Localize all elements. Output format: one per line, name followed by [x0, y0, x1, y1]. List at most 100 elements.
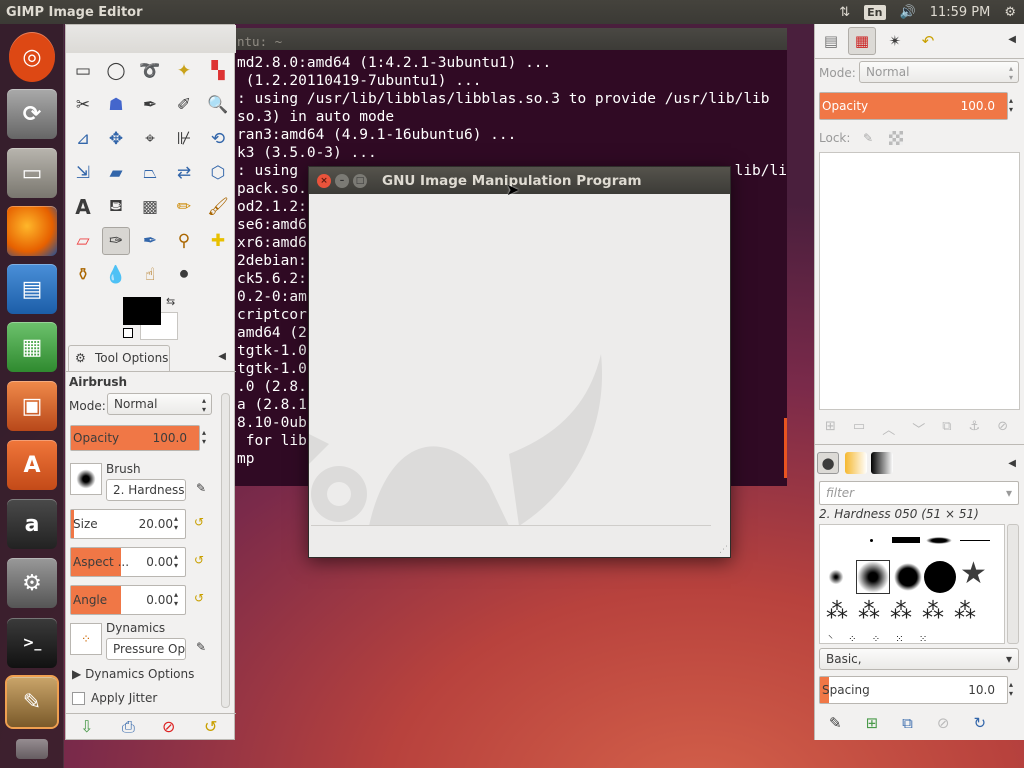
spacing-slider[interactable]: Spacing 10.0	[819, 676, 1008, 704]
calc-button[interactable]: ▦	[7, 322, 57, 372]
gimp-button[interactable]: ✎	[5, 675, 59, 729]
move-icon[interactable]: ✥	[102, 125, 130, 153]
paths-icon[interactable]: ✒	[136, 91, 164, 119]
eraser-icon[interactable]: ▱	[69, 227, 97, 255]
cage-transform-icon[interactable]: ⬡	[204, 159, 232, 187]
size-spinner[interactable]: ▴ ▾	[174, 514, 178, 532]
tab-menu-icon[interactable]: ◀	[1008, 458, 1016, 469]
shear-icon[interactable]: ▰	[102, 159, 130, 187]
edit-dynamics-icon[interactable]: ✎	[196, 640, 206, 654]
perspective-clone-icon[interactable]: ⚱	[69, 261, 97, 289]
lower-layer-icon[interactable]: ﹀	[912, 419, 925, 438]
delete-options-icon[interactable]: ⊘	[162, 717, 175, 736]
heal-icon[interactable]: ✚	[204, 227, 232, 255]
smudge-icon[interactable]: ☝	[136, 261, 164, 289]
reset-angle-icon[interactable]: ↺	[194, 591, 204, 605]
airbrush-icon[interactable]: ✑	[102, 227, 130, 255]
dodge-burn-icon[interactable]: ⚫	[170, 261, 198, 289]
brush-set-select[interactable]: Basic, ▾	[819, 648, 1019, 670]
paths-tab-icon[interactable]: ✴	[881, 27, 909, 55]
foreground-select-icon[interactable]: ☗	[102, 91, 130, 119]
lock-pixels-icon[interactable]: ✎	[863, 131, 873, 145]
clone-icon[interactable]: ⚲	[170, 227, 198, 255]
brush-field[interactable]: 2. Hardness 0	[106, 479, 186, 501]
angle-spinner[interactable]: ▴ ▾	[174, 590, 178, 608]
firefox-button[interactable]	[7, 206, 57, 256]
edit-brush-icon[interactable]: ✎	[196, 481, 206, 495]
flip-icon[interactable]: ⇄	[170, 159, 198, 187]
reset-size-icon[interactable]: ↺	[194, 515, 204, 529]
angle-slider[interactable]: Angle 0.00	[70, 585, 186, 615]
delete-brush-icon[interactable]: ⊘	[937, 714, 950, 732]
duplicate-brush-icon[interactable]: ⧉	[902, 714, 913, 732]
restore-options-icon[interactable]: ⎙	[122, 717, 135, 737]
new-group-icon[interactable]: ▭	[853, 419, 865, 438]
align-icon[interactable]: ⌖	[136, 125, 164, 153]
dock-opacity-slider[interactable]: Opacity 100.0	[819, 92, 1008, 120]
ellipse-select-icon[interactable]: ◯	[102, 57, 130, 85]
tab-menu-icon[interactable]: ◀	[1008, 34, 1016, 45]
brush-item[interactable]: ⸌ ⁘ ⁘ ⁙ ⁙	[828, 631, 933, 643]
zoom-icon[interactable]: 🔍	[204, 91, 232, 119]
keyboard-indicator[interactable]: En	[864, 4, 886, 20]
amazon-button[interactable]: a	[7, 499, 57, 549]
rotate-icon[interactable]: ⟲	[204, 125, 232, 153]
brush-item-selected[interactable]	[856, 560, 890, 594]
brushes-tab-icon[interactable]: ●	[817, 452, 839, 474]
swap-colors-icon[interactable]: ⇆	[166, 295, 175, 308]
delete-layer-icon[interactable]: ⊘	[997, 419, 1008, 438]
spacing-spinner[interactable]: ▴ ▾	[1009, 680, 1013, 698]
brush-preview[interactable]	[70, 463, 102, 495]
brush-item[interactable]	[924, 561, 956, 593]
reset-options-icon[interactable]: ↺	[204, 717, 217, 736]
blend-icon[interactable]: ▩	[136, 193, 164, 221]
default-colors-icon[interactable]	[123, 328, 133, 338]
trash-icon[interactable]	[16, 739, 48, 759]
software-center-button[interactable]: A	[7, 440, 57, 490]
terminal-button[interactable]: >_	[7, 618, 57, 668]
system-settings-button[interactable]: ⚙	[7, 558, 57, 608]
brush-item[interactable]	[960, 540, 990, 541]
crop-icon[interactable]: ⊮	[170, 125, 198, 153]
opacity-spinner[interactable]: ▴ ▾	[202, 428, 206, 446]
brush-item[interactable]	[870, 539, 873, 542]
apply-jitter-checkbox[interactable]: Apply Jitter	[72, 691, 157, 705]
network-icon[interactable]: ⇅	[839, 5, 850, 20]
ink-icon[interactable]: ✒	[136, 227, 164, 255]
bucket-fill-icon[interactable]: ⛾	[102, 193, 130, 221]
brush-item[interactable]	[892, 537, 920, 543]
edit-brush-icon[interactable]: ✎	[829, 714, 842, 732]
dock-mode-select[interactable]: Normal ▴ ▾	[859, 61, 1019, 83]
new-layer-icon[interactable]: ⊞	[825, 419, 836, 438]
brush-filter-input[interactable]: filter ▾	[819, 481, 1019, 505]
brush-scrollbar[interactable]	[1007, 524, 1019, 644]
scale-icon[interactable]: ⇲	[69, 159, 97, 187]
writer-button[interactable]: ▤	[7, 264, 57, 314]
channels-tab-icon[interactable]: ▦	[848, 27, 876, 55]
rect-select-icon[interactable]: ▭	[69, 57, 97, 85]
undo-history-tab-icon[interactable]: ↶	[914, 27, 942, 55]
tab-menu-icon[interactable]: ◀	[218, 351, 226, 362]
dynamics-preview[interactable]: ⁘	[70, 623, 102, 655]
software-updater-button[interactable]: ⟳	[7, 89, 57, 139]
text-tool-icon[interactable]: A	[69, 193, 97, 221]
brush-item[interactable]	[894, 563, 922, 591]
foreground-color-swatch[interactable]	[123, 297, 161, 325]
brush-item[interactable]: ⁂⁂⁂⁂⁂	[826, 599, 986, 624]
clock[interactable]: 11:59 PM	[930, 5, 991, 20]
measure-icon[interactable]: ⊿	[69, 125, 97, 153]
save-options-icon[interactable]: ⇩	[80, 717, 93, 736]
gimp-main-window[interactable]: × – □ GNU Image Manipulation Program ⋰	[308, 166, 731, 558]
pencil-icon[interactable]: ✏	[170, 193, 198, 221]
resize-grip-icon[interactable]: ⋰	[719, 545, 728, 555]
paintbrush-icon[interactable]: 🖌	[204, 193, 232, 221]
blur-icon[interactable]: 💧	[102, 261, 130, 289]
lock-alpha-icon[interactable]	[889, 131, 903, 145]
gear-icon[interactable]: ⚙	[1004, 5, 1016, 20]
dash-button[interactable]: ◎	[9, 32, 55, 82]
dynamics-options-expander[interactable]: ▶ Dynamics Options	[72, 667, 194, 681]
mode-select[interactable]: Normal ▴ ▾	[107, 393, 212, 415]
duplicate-layer-icon[interactable]: ⧉	[942, 419, 951, 438]
size-slider[interactable]: Size 20.00	[70, 509, 186, 539]
aspect-slider[interactable]: Aspect ... 0.00	[70, 547, 186, 577]
